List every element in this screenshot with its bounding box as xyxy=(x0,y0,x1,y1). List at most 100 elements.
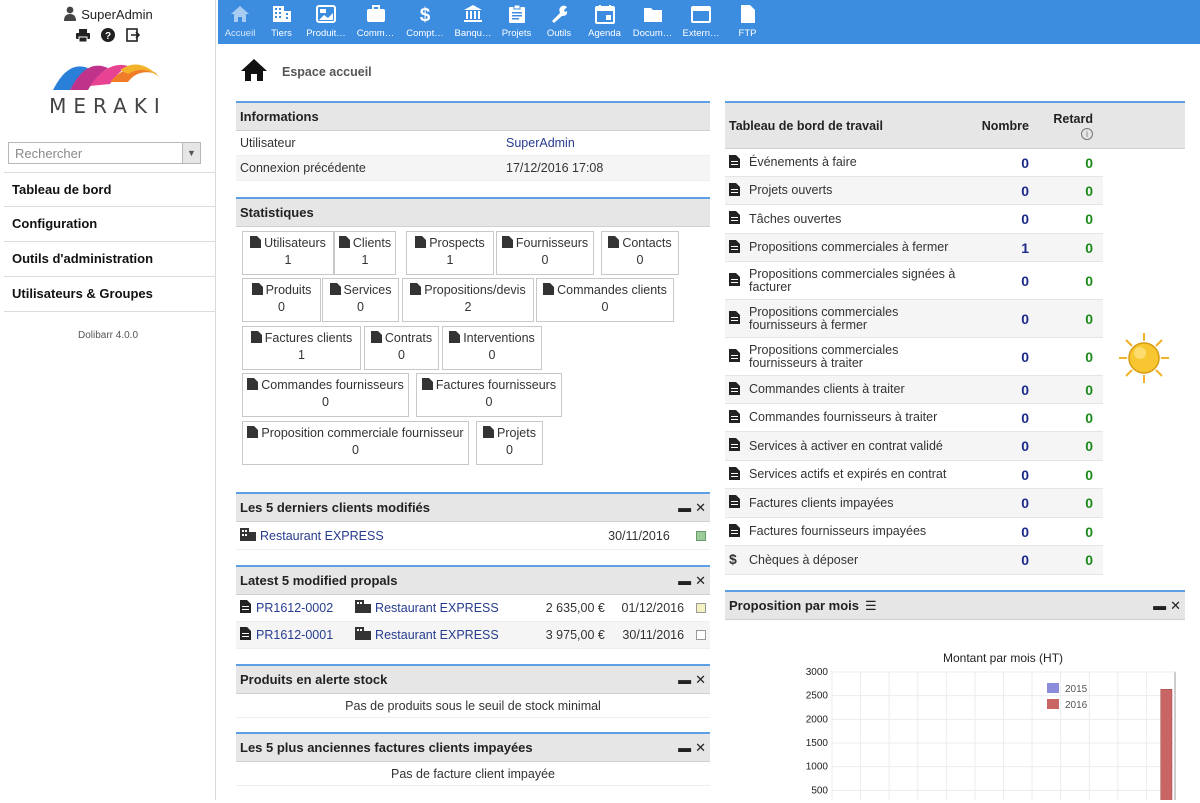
dashboard-link[interactable]: Propositions commerciales à fermer xyxy=(749,241,948,254)
nav-compt[interactable]: $ Compt… xyxy=(400,0,450,44)
stats-box: Statistiques Utilisateurs 1 Clients 1 Prospe… xyxy=(236,197,710,474)
menu-item-admin-tools[interactable]: Outils d'administration xyxy=(4,242,216,277)
collapse-icon[interactable]: ▬ xyxy=(678,500,691,516)
close-icon[interactable]: ✕ xyxy=(695,740,706,756)
stat-fournisseurs[interactable]: Fournisseurs 0 xyxy=(496,231,594,275)
dashboard-link[interactable]: Services actifs et expirés en contrat xyxy=(749,468,946,481)
stat-contrats[interactable]: Contrats 0 xyxy=(364,326,439,370)
stat-interventions[interactable]: Interventions 0 xyxy=(442,326,542,370)
stat-value: 0 xyxy=(601,300,609,314)
close-icon[interactable]: ✕ xyxy=(1170,598,1181,614)
stat-icon xyxy=(415,236,427,251)
propal-client-link[interactable]: Restaurant EXPRESS xyxy=(375,628,533,642)
stat-prospects[interactable]: Prospects 1 xyxy=(406,231,494,275)
dashboard-link[interactable]: Propositions commerciales fournisseurs à… xyxy=(749,305,965,332)
nav-docum[interactable]: Docum… xyxy=(628,0,677,44)
stat-icon xyxy=(338,236,350,251)
logout-icon[interactable] xyxy=(126,28,141,45)
propal-ref-link[interactable]: PR1612-0001 xyxy=(256,628,355,642)
propal-date: 30/11/2016 xyxy=(622,628,685,642)
chevron-down-icon[interactable]: ▼ xyxy=(182,143,200,163)
propal-ref-link[interactable]: PR1612-0002 xyxy=(256,601,355,615)
stat-factures-fournisseurs[interactable]: Factures fournisseurs 0 xyxy=(416,373,562,417)
collapse-icon[interactable]: ▬ xyxy=(1153,598,1166,614)
dashboard-count[interactable]: 0 xyxy=(965,183,1029,199)
nav-outils[interactable]: Outils xyxy=(537,0,581,44)
propal-client-link[interactable]: Restaurant EXPRESS xyxy=(375,601,533,615)
stat-produits[interactable]: Produits 0 xyxy=(242,278,321,322)
dashboard-count[interactable]: 0 xyxy=(965,438,1029,454)
dashboard-count[interactable]: 0 xyxy=(965,524,1029,540)
briefcase-icon xyxy=(351,0,400,28)
stock-alert-box: Produits en alerte stock ▬ ✕ Pas de produi… xyxy=(236,664,710,718)
dashboard-late: 0 xyxy=(1085,310,1093,327)
dashboard-link[interactable]: Tâches ouvertes xyxy=(749,212,841,226)
search-select[interactable]: Rechercher ▼ xyxy=(8,142,201,164)
dashboard-link[interactable]: Propositions commerciales fournisseurs à… xyxy=(749,343,965,370)
logo-text: MERAKI xyxy=(49,94,167,118)
username[interactable]: SuperAdmin xyxy=(81,7,153,22)
nav-comm[interactable]: Comm… xyxy=(351,0,400,44)
stat-utilisateurs[interactable]: Utilisateurs 1 xyxy=(242,231,334,275)
print-icon[interactable] xyxy=(75,28,90,45)
stat-label: Factures fournisseurs xyxy=(435,378,557,392)
nav-ftp[interactable]: FTP xyxy=(725,0,770,44)
dashboard-link[interactable]: Commandes clients à traiter xyxy=(749,383,905,396)
stat-commandes-fournisseurs[interactable]: Commandes fournisseurs 0 xyxy=(242,373,409,417)
dashboard-link[interactable]: Propositions commerciales signées à fact… xyxy=(749,267,965,294)
dashboard-count[interactable]: 0 xyxy=(965,552,1029,568)
dashboard-count[interactable]: 0 xyxy=(965,273,1029,289)
menu-item-users-groups[interactable]: Utilisateurs & Groupes xyxy=(4,277,216,312)
stat-projets[interactable]: Projets 0 xyxy=(476,421,543,465)
close-icon[interactable]: ✕ xyxy=(695,672,706,688)
stat-label: Services xyxy=(343,283,392,297)
dashboard-count[interactable]: 0 xyxy=(965,410,1029,426)
dashboard-count[interactable]: 0 xyxy=(965,495,1029,511)
dashboard-link[interactable]: Projets ouverts xyxy=(749,184,832,197)
stat-proposition-commerciale-fournisseur[interactable]: Proposition commerciale fournisseur 0 xyxy=(242,421,469,465)
collapse-icon[interactable]: ▬ xyxy=(678,740,691,756)
nav-tiers[interactable]: Tiers xyxy=(262,0,301,44)
nav-projets[interactable]: Projets xyxy=(496,0,537,44)
info-icon[interactable]: i xyxy=(1081,127,1093,140)
dashboard-link[interactable]: Factures clients impayées xyxy=(749,496,894,510)
stat-services[interactable]: Services 0 xyxy=(322,278,399,322)
nav-accueil[interactable]: Accueil xyxy=(218,0,262,44)
menu-item-dashboard[interactable]: Tableau de bord xyxy=(4,172,216,207)
dashboard-count[interactable]: 0 xyxy=(965,155,1029,171)
close-icon[interactable]: ✕ xyxy=(695,573,706,589)
collapse-icon[interactable]: ▬ xyxy=(678,672,691,688)
user-link[interactable]: SuperAdmin xyxy=(506,136,575,150)
nav-banqu[interactable]: Banqu… xyxy=(450,0,496,44)
old-invoices-title: Les 5 plus anciennes factures clients im… xyxy=(240,740,533,755)
dashboard-link[interactable]: Services à activer en contrat validé xyxy=(749,439,943,453)
dashboard-late: 0 xyxy=(1085,348,1093,365)
menu-item-configuration[interactable]: Configuration xyxy=(4,207,216,242)
left-sidebar: SuperAdmin ? MERAKI Rechercher ▼ Tableau … xyxy=(0,0,216,800)
nav-extern[interactable]: Extern… xyxy=(677,0,725,44)
dashboard-count[interactable]: 1 xyxy=(965,240,1029,256)
stat-contacts[interactable]: Contacts 0 xyxy=(601,231,679,275)
dashboard-link[interactable]: Factures fournisseurs impayées xyxy=(749,525,926,538)
dashboard-count[interactable]: 0 xyxy=(965,467,1029,483)
filter-icon[interactable]: ☰ xyxy=(865,598,877,614)
dashboard-count[interactable]: 0 xyxy=(965,211,1029,227)
dashboard-link[interactable]: Événements à faire xyxy=(749,156,857,169)
document-icon xyxy=(729,381,749,398)
close-icon[interactable]: ✕ xyxy=(695,500,706,516)
nav-produit[interactable]: Produit… xyxy=(301,0,351,44)
dashboard-count[interactable]: 0 xyxy=(965,311,1029,327)
collapse-icon[interactable]: ▬ xyxy=(678,573,691,589)
client-link[interactable]: Restaurant EXPRESS xyxy=(260,529,608,543)
user-info: SuperAdmin xyxy=(0,6,216,25)
dashboard-count[interactable]: 0 xyxy=(965,382,1029,398)
stat-commandes-clients[interactable]: Commandes clients 0 xyxy=(536,278,674,322)
stat-factures-clients[interactable]: Factures clients 1 xyxy=(242,326,361,370)
stat-clients[interactable]: Clients 1 xyxy=(334,231,396,275)
stat-propositions-devis[interactable]: Propositions/devis 2 xyxy=(402,278,534,322)
dashboard-link[interactable]: Chèques à déposer xyxy=(749,553,858,567)
dashboard-link[interactable]: Commandes fournisseurs à traiter xyxy=(749,411,937,424)
nav-agenda[interactable]: Agenda xyxy=(581,0,628,44)
dashboard-count[interactable]: 0 xyxy=(965,349,1029,365)
help-icon[interactable]: ? xyxy=(101,28,115,45)
